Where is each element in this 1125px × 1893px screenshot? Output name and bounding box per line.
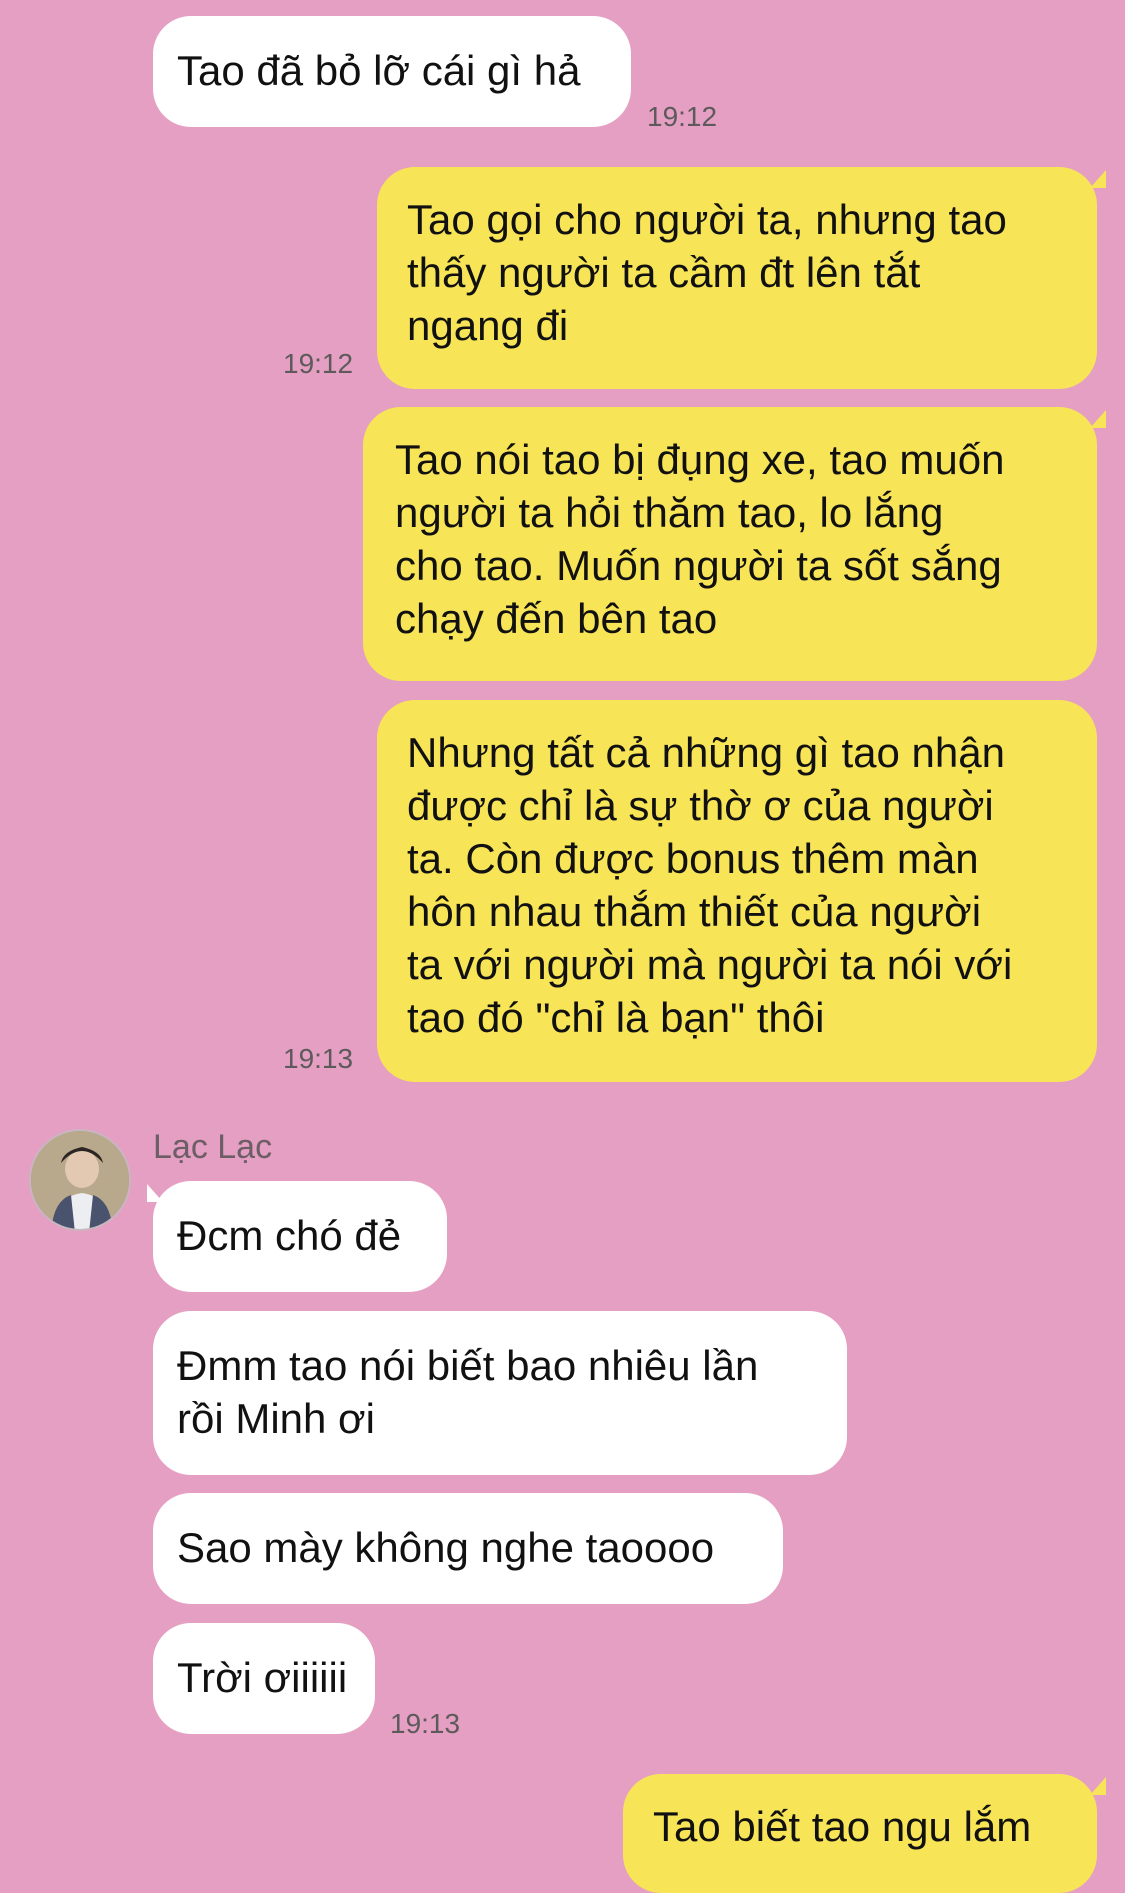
- message-bubble-outgoing[interactable]: Tao biết tao ngu lắm: [623, 1774, 1097, 1893]
- message-bubble-incoming[interactable]: Tao đã bỏ lỡ cái gì hả: [153, 16, 631, 127]
- avatar-photo-icon: [31, 1131, 129, 1229]
- message-bubble-outgoing[interactable]: Nhưng tất cả những gì tao nhận được chỉ …: [377, 700, 1097, 1082]
- message-timestamp: 19:13: [390, 1708, 461, 1739]
- contact-avatar[interactable]: [29, 1129, 131, 1231]
- message-timestamp: 19:12: [647, 101, 718, 132]
- bubble-tail: [147, 1184, 163, 1202]
- bubble-tail: [1090, 1777, 1106, 1795]
- message-bubble-incoming[interactable]: Đmm tao nói biết bao nhiêu lần rồi Minh …: [153, 1311, 847, 1475]
- message-timestamp: 19:13: [283, 1043, 354, 1074]
- message-timestamp: 19:12: [283, 348, 354, 379]
- sender-name: Lạc Lạc: [153, 1128, 273, 1166]
- message-bubble-outgoing[interactable]: Tao nói tao bị đụng xe, tao muốn người t…: [363, 407, 1097, 681]
- message-bubble-incoming[interactable]: Trời ơiiiiii: [153, 1623, 375, 1734]
- bubble-tail: [1090, 170, 1106, 188]
- message-bubble-incoming[interactable]: Đcm chó đẻ: [153, 1181, 447, 1292]
- message-bubble-outgoing[interactable]: Tao gọi cho người ta, nhưng tao thấy ngư…: [377, 167, 1097, 389]
- bubble-tail: [1090, 410, 1106, 428]
- message-bubble-incoming[interactable]: Sao mày không nghe taoooo: [153, 1493, 783, 1604]
